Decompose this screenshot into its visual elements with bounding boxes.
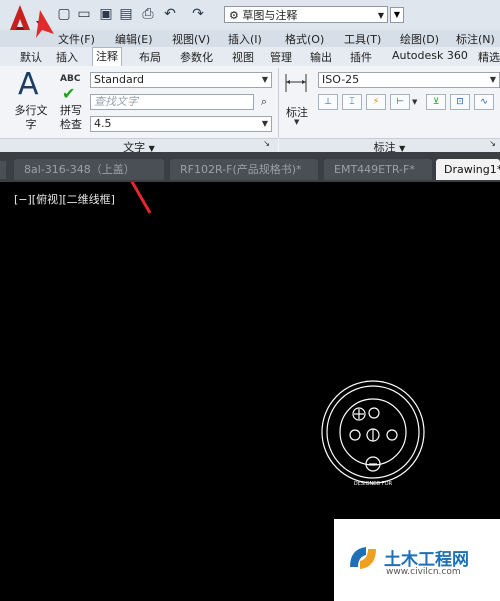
adjust-space-icon[interactable]: ⊢ bbox=[390, 94, 410, 110]
chevron-down-icon: ▼ bbox=[377, 11, 384, 20]
multiline-text-button[interactable]: 多行文字 bbox=[14, 104, 48, 132]
tab-default[interactable]: 默认 bbox=[20, 49, 42, 65]
menu-edit[interactable]: 编辑(E) bbox=[115, 31, 153, 47]
doc-tab[interactable]: RF102R-F(产品规格书)* bbox=[170, 159, 318, 180]
menu-view[interactable]: 视图(V) bbox=[172, 31, 210, 47]
tab-manage[interactable]: 管理 bbox=[270, 49, 292, 65]
find-text-placeholder: 查找文字 bbox=[94, 95, 138, 108]
chevron-down-icon: ▼ bbox=[489, 75, 496, 84]
menu-dimension[interactable]: 标注(N) bbox=[456, 31, 495, 47]
ribbon-tab-bar: 默认 插入 注释 布局 参数化 视图 管理 输出 插件 Autodesk 360… bbox=[0, 47, 500, 67]
tab-view[interactable]: 视图 bbox=[232, 49, 254, 65]
chevron-down-icon: ▼ bbox=[412, 98, 418, 106]
print-icon[interactable]: ⎙ bbox=[140, 6, 156, 22]
tab-layout[interactable]: 布局 bbox=[139, 49, 161, 65]
tab-autodesk-360[interactable]: Autodesk 360 bbox=[392, 49, 468, 62]
chevron-down-icon: ▼ bbox=[261, 119, 268, 128]
update-dimension-icon[interactable]: ⊡ bbox=[450, 94, 470, 110]
tab-parametric[interactable]: 参数化 bbox=[180, 49, 213, 65]
text-a-icon[interactable]: A bbox=[18, 70, 50, 100]
watermark-url: www.civilcn.com bbox=[386, 567, 461, 577]
annotation-arrowhead bbox=[36, 10, 54, 38]
text-style-value: Standard bbox=[94, 73, 145, 86]
quick-access-toolbar: ▢ ▭ ▣ ▤ ⎙ ↶ ↷ ⚙ 草图与注释 ▼ ▼ bbox=[0, 0, 500, 35]
text-panel-title[interactable]: 文字 ▼ ↘ bbox=[0, 138, 278, 154]
menu-insert[interactable]: 插入(I) bbox=[228, 31, 262, 47]
save-icon[interactable]: ▣ bbox=[98, 6, 114, 22]
checkmark-icon: ✔ bbox=[62, 84, 76, 103]
menu-file[interactable]: 文件(F) bbox=[58, 31, 95, 47]
tab-output[interactable]: 输出 bbox=[310, 49, 332, 65]
menu-bar: 文件(F) 编辑(E) 视图(V) 插入(I) 格式(O) 工具(T) 绘图(D… bbox=[0, 30, 500, 47]
quick-dimension-icon[interactable]: ⊥ bbox=[318, 94, 338, 110]
drawing-ring-text: DESIGNED FOR bbox=[354, 481, 393, 487]
oblique-dimension-icon[interactable]: ∿ bbox=[474, 94, 494, 110]
doc-tab[interactable]: EMT449ETR-F* bbox=[324, 159, 432, 180]
tab-insert[interactable]: 插入 bbox=[56, 49, 78, 65]
watermark-logo-icon bbox=[350, 547, 376, 569]
text-height-value: 4.5 bbox=[94, 117, 112, 130]
gear-icon: ⚙ bbox=[229, 9, 239, 22]
dimension-style-dropdown[interactable]: ISO-25 ▼ bbox=[318, 72, 500, 88]
tab-featured[interactable]: 精选 bbox=[478, 49, 500, 65]
customize-toolbar-button[interactable]: ▼ bbox=[390, 7, 404, 23]
panel-divider bbox=[278, 68, 279, 138]
tab-scroll-left[interactable] bbox=[0, 161, 6, 179]
find-text-input[interactable]: 查找文字 bbox=[90, 94, 254, 110]
dimension-break-icon[interactable]: ⚡ bbox=[366, 94, 386, 110]
text-height-dropdown[interactable]: 4.5 ▼ bbox=[90, 116, 272, 132]
document-tab-bar: 8al-316-348（上盖） RF102R-F(产品规格书)* EMT449E… bbox=[0, 152, 500, 182]
dimension-panel-title[interactable]: 标注 ▼ ↘ bbox=[279, 138, 500, 154]
find-replace-icon[interactable]: ⌕ bbox=[256, 94, 272, 110]
menu-tools[interactable]: 工具(T) bbox=[344, 31, 381, 47]
linear-dimension-icon[interactable] bbox=[284, 72, 308, 94]
watermark: 土木工程网 www.civilcn.com bbox=[334, 519, 500, 601]
menu-format[interactable]: 格式(O) bbox=[285, 31, 324, 47]
spell-check-button[interactable]: 拼写检查 bbox=[60, 104, 86, 132]
undo-icon[interactable]: ↶ bbox=[162, 6, 178, 22]
redo-icon[interactable]: ↷ bbox=[190, 6, 206, 22]
open-icon[interactable]: ▭ bbox=[76, 6, 92, 22]
chevron-down-icon: ▼ bbox=[294, 118, 300, 126]
text-style-dropdown[interactable]: Standard ▼ bbox=[90, 72, 272, 88]
continue-dimension-icon[interactable]: ⌶ bbox=[342, 94, 362, 110]
tab-plugins[interactable]: 插件 bbox=[350, 49, 372, 65]
dialog-launcher-icon[interactable]: ↘ bbox=[263, 139, 270, 148]
save-as-icon[interactable]: ▤ bbox=[118, 6, 134, 22]
dialog-launcher-icon[interactable]: ↘ bbox=[489, 139, 496, 148]
workspace-dropdown[interactable]: ⚙ 草图与注释 ▼ bbox=[224, 6, 388, 23]
doc-tab-active[interactable]: Drawing1* bbox=[436, 159, 500, 180]
menu-draw[interactable]: 绘图(D) bbox=[400, 31, 439, 47]
annotation-arrow bbox=[130, 182, 152, 214]
doc-tab[interactable]: 8al-316-348（上盖） bbox=[14, 159, 164, 180]
tab-annotate[interactable]: 注释 bbox=[92, 47, 122, 67]
chevron-down-icon: ▼ bbox=[261, 75, 268, 84]
dimension-style-value: ISO-25 bbox=[322, 73, 360, 86]
inspect-dimension-icon[interactable]: ⊻ bbox=[426, 94, 446, 110]
abc-label: ABC bbox=[60, 74, 81, 84]
workspace-name: 草图与注释 bbox=[242, 9, 298, 22]
